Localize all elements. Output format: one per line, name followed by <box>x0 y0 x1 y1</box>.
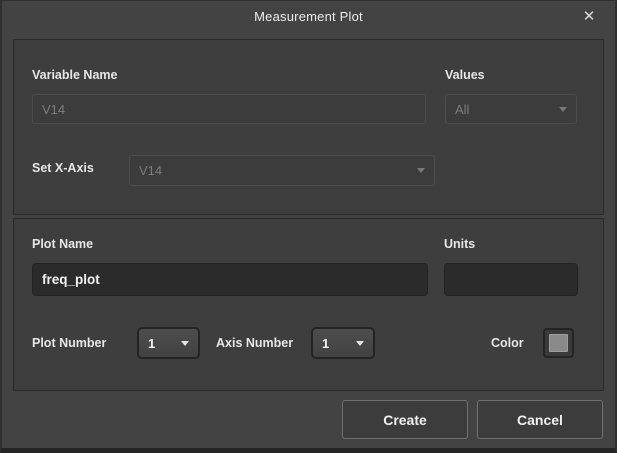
plot-number-dropdown-value: 1 <box>148 335 156 351</box>
color-label: Color <box>491 336 524 350</box>
cancel-button[interactable]: Cancel <box>477 400 603 439</box>
axis-number-dropdown[interactable]: 1 <box>311 327 375 359</box>
values-label: Values <box>445 68 485 82</box>
values-dropdown-value: All <box>455 101 470 117</box>
plot-number-label: Plot Number <box>32 336 107 350</box>
chevron-down-icon <box>417 168 425 173</box>
color-swatch-fill <box>549 334 568 352</box>
units-input[interactable] <box>444 263 578 296</box>
measurement-plot-dialog: Measurement Plot ✕ Variable Name Values … <box>0 0 617 453</box>
variable-name-input <box>32 94 426 124</box>
chevron-down-icon <box>181 340 189 346</box>
variable-section-panel: Variable Name Values All Set X-Axis V14 <box>13 39 604 215</box>
plot-number-dropdown[interactable]: 1 <box>137 327 200 359</box>
chevron-down-icon <box>559 106 567 112</box>
set-x-axis-dropdown-value: V14 <box>139 163 163 178</box>
set-x-axis-label: Set X-Axis <box>32 161 94 175</box>
create-button[interactable]: Create <box>342 400 468 439</box>
values-dropdown: All <box>445 94 577 124</box>
set-x-axis-dropdown: V14 <box>129 155 435 186</box>
plot-name-label: Plot Name <box>32 237 94 251</box>
dialog-title: Measurement Plot <box>254 8 363 24</box>
axis-number-label: Axis Number <box>216 336 294 350</box>
close-icon[interactable]: ✕ <box>577 4 601 28</box>
units-label: Units <box>444 237 476 251</box>
chevron-down-icon <box>356 340 364 346</box>
color-picker-button[interactable] <box>543 328 574 358</box>
plot-name-input[interactable] <box>32 263 428 296</box>
plot-section-panel: Plot Name Units Plot Number 1 Axis Numbe… <box>13 218 604 391</box>
title-bar: Measurement Plot ✕ <box>2 1 615 31</box>
variable-name-label: Variable Name <box>32 68 118 82</box>
axis-number-dropdown-value: 1 <box>322 335 330 351</box>
